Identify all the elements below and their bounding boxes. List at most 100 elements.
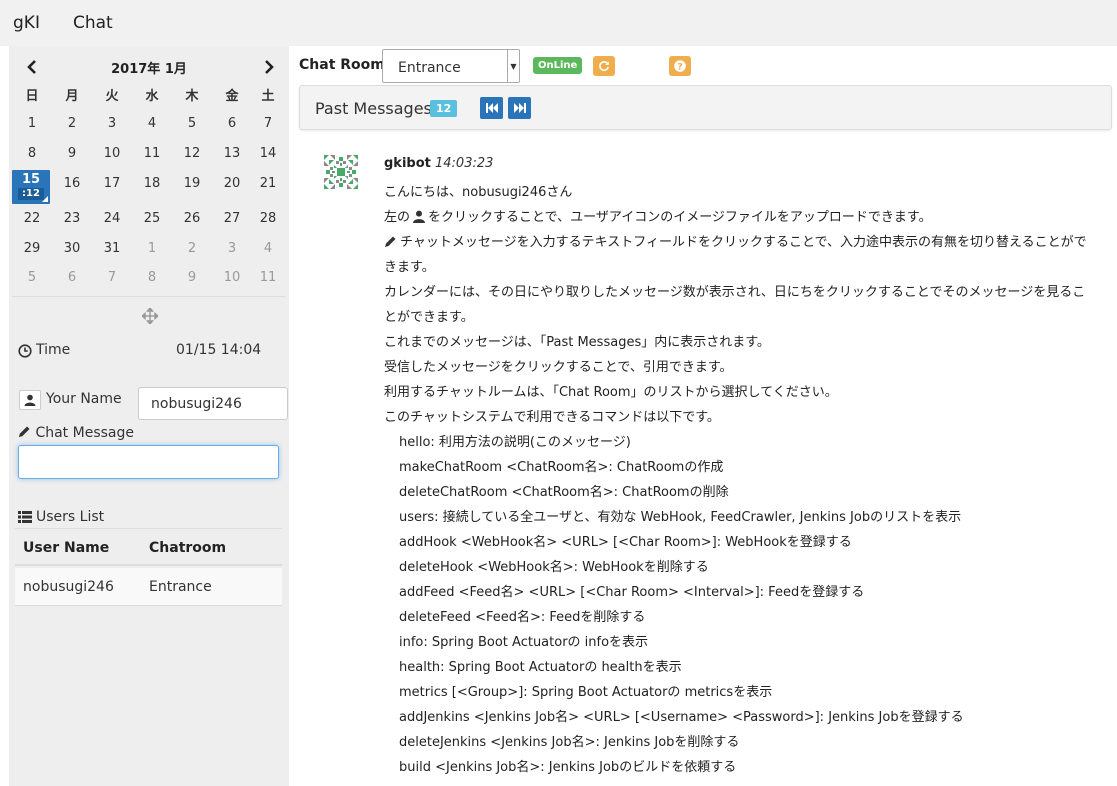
past-messages-count-badge: 12 bbox=[430, 100, 458, 117]
chat-message-label-text: Chat Message bbox=[35, 425, 134, 441]
message-line: これまでのメッセージは、「Past Messages」内に表示されます。 bbox=[384, 335, 770, 350]
calendar-day-other-month[interactable]: 8 bbox=[132, 270, 172, 285]
calendar-weekday: 木 bbox=[185, 89, 199, 104]
brand-link[interactable]: gKI bbox=[13, 13, 40, 33]
nav-chat-link[interactable]: Chat bbox=[73, 13, 113, 33]
chat-room-select[interactable]: Entrance ▼ bbox=[382, 49, 520, 83]
chat-toolbar: Chat Room Entrance ▼ OnLine ? bbox=[299, 48, 1111, 83]
message-line: チャットメッセージを入力するテキストフィールドをクリックすることで、入力途中表示… bbox=[384, 230, 1089, 280]
calendar-day[interactable]: 25 bbox=[132, 211, 172, 226]
calendar-day-other-month[interactable]: 10 bbox=[212, 270, 252, 285]
past-messages-title: Past Messages bbox=[315, 99, 432, 118]
message-timestamp: 14:03:23 bbox=[435, 156, 494, 171]
command-line: hello: 利用方法の説明(このメッセージ) bbox=[399, 435, 631, 450]
svg-text:?: ? bbox=[677, 62, 682, 72]
sidebar: 2017年 1月 日 月 火 水 木 金 土 1 2 3 4 5 6 7 8 9… bbox=[9, 46, 289, 786]
calendar-day-other-month[interactable]: 5 bbox=[12, 270, 52, 285]
command-line: addFeed <Feed名> <URL> [<Char Room> <Inte… bbox=[399, 585, 865, 600]
calendar-day[interactable]: 12 bbox=[172, 146, 212, 161]
command-line: addHook <WebHook名> <URL> [<Char Room>]: … bbox=[399, 535, 852, 550]
calendar-day[interactable]: 19 bbox=[172, 176, 212, 191]
calendar-day[interactable]: 29 bbox=[12, 241, 52, 256]
user-icon-upload-button[interactable] bbox=[19, 390, 41, 410]
calendar-day-other-month[interactable]: 3 bbox=[212, 241, 252, 256]
calendar-day[interactable]: 31 bbox=[92, 241, 132, 256]
message-line: こんにちは、nobusugi246さん bbox=[384, 185, 573, 200]
calendar-day[interactable]: 7 bbox=[248, 116, 288, 131]
your-name-row: Your Name bbox=[18, 386, 288, 420]
calendar-day-other-month[interactable]: 6 bbox=[52, 270, 92, 285]
pencil-icon bbox=[19, 426, 30, 437]
chat-message-input[interactable] bbox=[18, 445, 279, 479]
last-page-button[interactable] bbox=[508, 97, 531, 119]
command-line: deleteChatRoom <ChatRoom名>: ChatRoomの削除 bbox=[399, 485, 729, 500]
calendar-day[interactable]: 14 bbox=[248, 146, 288, 161]
message-line: 受信したメッセージをクリックすることで、引用できます。 bbox=[384, 360, 733, 375]
message-text: 左の bbox=[384, 210, 411, 225]
calendar-day-other-month[interactable]: 11 bbox=[248, 270, 288, 285]
calendar-day[interactable]: 13 bbox=[212, 146, 252, 161]
calendar-day[interactable]: 20 bbox=[212, 176, 252, 191]
calendar-day[interactable]: 26 bbox=[172, 211, 212, 226]
calendar-day[interactable]: 27 bbox=[212, 211, 252, 226]
calendar-title: 2017年 1月 bbox=[111, 62, 187, 77]
calendar-day[interactable]: 30 bbox=[52, 241, 92, 256]
calendar-day[interactable]: 8 bbox=[12, 146, 52, 161]
calendar-day[interactable]: 4 bbox=[132, 116, 172, 131]
command-line: build <Jenkins Job名>: Jenkins Jobのビルドを依頼… bbox=[399, 760, 737, 775]
message-text: チャットメッセージを入力するテキストフィールドをクリックすることで、入力途中表示… bbox=[384, 235, 1087, 275]
calendar-weekday: 金 bbox=[225, 89, 239, 104]
fast-forward-icon bbox=[513, 103, 526, 113]
message-line: このチャットシステムで利用できるコマンドは以下です。 bbox=[384, 410, 720, 425]
first-page-button[interactable] bbox=[480, 97, 503, 119]
calendar-day-other-month[interactable]: 1 bbox=[132, 241, 172, 256]
your-name-input[interactable] bbox=[138, 387, 288, 420]
calendar-day[interactable]: 23 bbox=[52, 211, 92, 226]
help-icon: ? bbox=[674, 60, 686, 72]
calendar-day[interactable]: 17 bbox=[92, 176, 132, 191]
table-row[interactable]: nobusugi246 Entrance bbox=[15, 568, 282, 606]
calendar-day[interactable]: 2 bbox=[52, 116, 92, 131]
column-header-user-name: User Name bbox=[23, 540, 110, 556]
calendar-next-button[interactable] bbox=[258, 56, 280, 78]
calendar-day[interactable]: 1 bbox=[12, 116, 52, 131]
message-header: gkibot 14:03:23 bbox=[384, 156, 493, 171]
calendar-day[interactable]: 3 bbox=[92, 116, 132, 131]
calendar-day[interactable]: 28 bbox=[248, 211, 288, 226]
calendar-day[interactable]: 5 bbox=[172, 116, 212, 131]
message-line: 左の をクリックすることで、ユーザアイコンのイメージファイルをアップロードできます… bbox=[384, 205, 1089, 230]
calendar-day[interactable]: 11 bbox=[132, 146, 172, 161]
calendar-day-other-month[interactable]: 2 bbox=[172, 241, 212, 256]
calendar-day-today[interactable]: 15 :12 bbox=[12, 170, 50, 204]
calendar-day[interactable]: 6 bbox=[212, 116, 252, 131]
calendar-day-other-month[interactable]: 7 bbox=[92, 270, 132, 285]
calendar-day[interactable]: 16 bbox=[52, 176, 92, 191]
message-count-badge: :12 bbox=[18, 188, 44, 200]
calendar-day-other-month[interactable]: 9 bbox=[172, 270, 212, 285]
calendar-day[interactable]: 22 bbox=[12, 211, 52, 226]
calendar-weekday: 土 bbox=[261, 89, 275, 104]
users-list-title: Users List bbox=[36, 509, 105, 525]
move-icon[interactable] bbox=[140, 306, 160, 328]
user-name-cell: nobusugi246 bbox=[23, 579, 114, 595]
users-table-header: User Name Chatroom bbox=[15, 528, 282, 566]
help-button[interactable]: ? bbox=[669, 56, 691, 76]
command-line: makeChatRoom <ChatRoom名>: ChatRoomの作成 bbox=[399, 460, 724, 475]
calendar-day[interactable]: 24 bbox=[92, 211, 132, 226]
message-body: こんにちは、nobusugi246さん 左の をクリックすることで、ユーザアイコン… bbox=[384, 180, 1089, 780]
clock-icon bbox=[18, 344, 32, 358]
command-line: users: 接続している全ユーザと、有効な WebHook, FeedCraw… bbox=[399, 510, 962, 525]
calendar-day[interactable]: 9 bbox=[52, 146, 92, 161]
message-line: 利用するチャットルームは、「Chat Room」のリストから選択してください。 bbox=[384, 385, 838, 400]
calendar-day[interactable]: 18 bbox=[132, 176, 172, 191]
list-icon bbox=[18, 511, 32, 523]
command-line: addJenkins <Jenkins Job名> <URL> [<Userna… bbox=[399, 710, 964, 725]
calendar-day[interactable]: 21 bbox=[248, 176, 288, 191]
refresh-button[interactable] bbox=[593, 56, 615, 76]
avatar bbox=[324, 155, 358, 189]
chat-room-label: Chat Room bbox=[299, 57, 385, 73]
fast-backward-icon bbox=[485, 103, 498, 113]
your-name-label: Your Name bbox=[46, 391, 122, 407]
calendar-day-other-month[interactable]: 4 bbox=[248, 241, 288, 256]
calendar-day[interactable]: 10 bbox=[92, 146, 132, 161]
